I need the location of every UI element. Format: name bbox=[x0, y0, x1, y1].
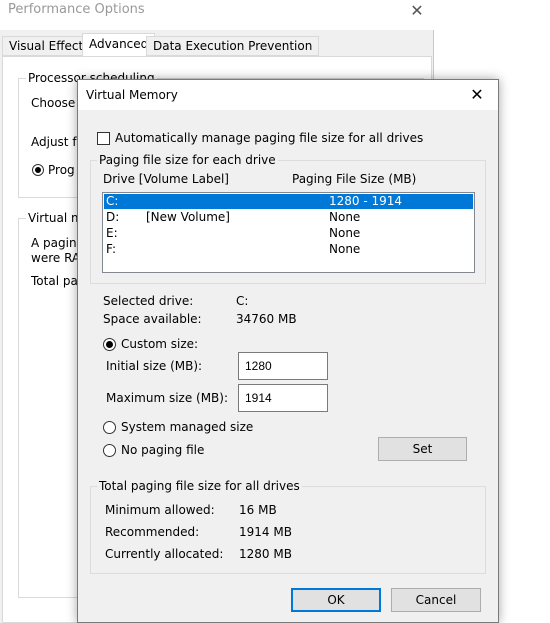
virtual-memory-titlebar: Virtual Memory ✕ bbox=[78, 80, 498, 110]
drive-letter: D: bbox=[106, 210, 120, 224]
drive-paging-size: None bbox=[329, 210, 361, 224]
custom-size-radio[interactable] bbox=[103, 338, 116, 351]
auto-manage-label[interactable]: Automatically manage paging file size fo… bbox=[115, 131, 423, 145]
maximum-size-label: Maximum size (MB): bbox=[106, 391, 229, 405]
drive-letter: F: bbox=[106, 242, 117, 256]
system-managed-label[interactable]: System managed size bbox=[121, 420, 253, 434]
close-icon[interactable]: ✕ bbox=[466, 84, 488, 106]
paging-text-line1: A pagin bbox=[31, 236, 77, 250]
dialog-title: Virtual Memory bbox=[86, 88, 178, 102]
ok-button[interactable]: OK bbox=[291, 588, 381, 612]
drive-paging-size: None bbox=[329, 226, 361, 240]
cancel-button[interactable]: Cancel bbox=[391, 588, 481, 612]
space-available-value: 34760 MB bbox=[236, 312, 297, 326]
space-available-label: Space available: bbox=[103, 312, 202, 326]
maximum-size-input[interactable] bbox=[238, 384, 328, 412]
drive-paging-size: 1280 - 1914 bbox=[329, 194, 403, 208]
drive-row[interactable]: C: 1280 - 1914 bbox=[104, 194, 473, 209]
initial-size-label: Initial size (MB): bbox=[106, 359, 203, 373]
drive-volume-label: [New Volume] bbox=[146, 210, 230, 224]
set-button[interactable]: Set bbox=[378, 437, 467, 461]
total-paging-text: Total pa bbox=[31, 274, 78, 288]
column-header-drive: Drive [Volume Label] bbox=[103, 172, 229, 186]
drive-letter: C: bbox=[106, 194, 119, 208]
minimum-allowed-value: 16 MB bbox=[239, 503, 277, 517]
column-header-paging-size: Paging File Size (MB) bbox=[292, 172, 417, 186]
adjust-text: Adjust f bbox=[31, 135, 77, 149]
initial-size-input[interactable] bbox=[238, 352, 328, 380]
paging-file-group-label: Paging file size for each drive bbox=[97, 153, 278, 167]
drive-paging-size: None bbox=[329, 242, 361, 256]
drive-list[interactable]: C: 1280 - 1914 D: [New Volume] None E: N… bbox=[102, 192, 475, 273]
system-managed-radio[interactable] bbox=[103, 421, 116, 434]
drive-row[interactable]: F: None bbox=[104, 242, 473, 257]
paging-text-line2: were RA bbox=[31, 251, 81, 265]
programs-radio[interactable] bbox=[32, 164, 44, 176]
no-paging-label[interactable]: No paging file bbox=[121, 443, 204, 457]
selected-drive-value: C: bbox=[236, 294, 249, 308]
virtual-memory-group-label: Virtual m bbox=[26, 211, 85, 225]
window-title: Performance Options bbox=[8, 2, 145, 17]
minimum-allowed-label: Minimum allowed: bbox=[105, 503, 215, 517]
drive-row[interactable]: D: [New Volume] None bbox=[104, 210, 473, 225]
programs-radio-label: Prog bbox=[48, 163, 75, 177]
currently-allocated-label: Currently allocated: bbox=[105, 547, 224, 561]
close-icon[interactable]: ✕ bbox=[405, 0, 429, 22]
drive-letter: E: bbox=[106, 226, 118, 240]
tab-advanced[interactable]: Advanced bbox=[82, 33, 156, 57]
tab-data-execution-prevention[interactable]: Data Execution Prevention bbox=[146, 36, 320, 56]
recommended-label: Recommended: bbox=[105, 525, 200, 539]
recommended-value: 1914 MB bbox=[239, 525, 292, 539]
auto-manage-checkbox[interactable] bbox=[97, 132, 110, 145]
selected-drive-label: Selected drive: bbox=[103, 294, 194, 308]
drive-row[interactable]: E: None bbox=[104, 226, 473, 241]
no-paging-radio[interactable] bbox=[103, 444, 116, 457]
virtual-memory-dialog: Virtual Memory ✕ Automatically manage pa… bbox=[77, 79, 499, 623]
currently-allocated-value: 1280 MB bbox=[239, 547, 292, 561]
total-paging-group-label: Total paging file size for all drives bbox=[97, 479, 302, 493]
custom-size-label[interactable]: Custom size: bbox=[121, 337, 198, 351]
performance-options-titlebar: Performance Options ✕ bbox=[0, 0, 434, 30]
choose-text: Choose bbox=[31, 96, 76, 110]
